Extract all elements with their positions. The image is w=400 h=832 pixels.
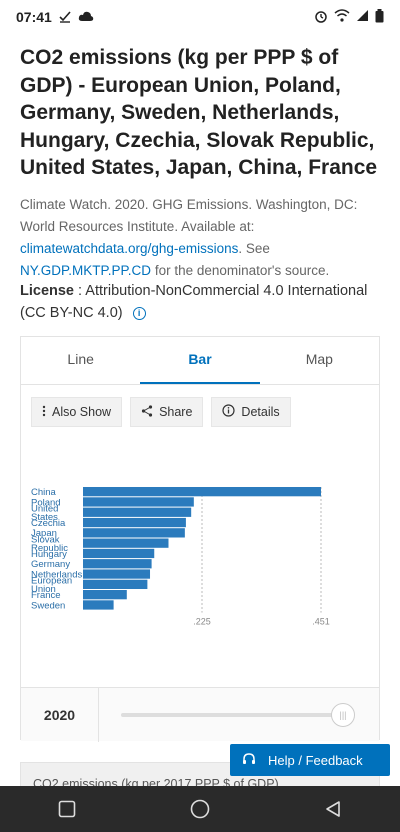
circle-icon [190, 799, 210, 819]
status-bar: 07:41 [0, 0, 400, 34]
status-time: 07:41 [16, 9, 52, 25]
cloud-icon [78, 9, 94, 25]
year-slider-thumb[interactable]: ||| [331, 703, 355, 727]
source-prefix: Climate Watch. 2020. GHG Emissions. Wash… [20, 197, 358, 234]
bar-chart-svg: .225.451ChinaPolandUnited StatesCzechiaJa… [31, 487, 330, 627]
share-label: Share [159, 405, 193, 419]
x-tick-label: .225 [193, 617, 211, 627]
help-feedback-label: Help / Feedback [268, 752, 363, 768]
wifi-icon [334, 9, 350, 25]
bar[interactable] [83, 497, 194, 507]
year-slider-row: 2020 ||| [21, 687, 379, 742]
x-tick-label: .451 [312, 617, 330, 627]
bar[interactable] [83, 590, 127, 600]
details-label: Details [241, 405, 280, 419]
source-suffix: for the denominator's source. [151, 263, 330, 278]
denominator-link[interactable]: NY.GDP.MKTP.PP.CD [20, 263, 151, 278]
download-done-icon [58, 9, 72, 26]
source-mid: . See [238, 241, 270, 256]
share-icon [141, 404, 153, 420]
help-feedback-button[interactable]: Help / Feedback [230, 744, 390, 776]
details-button[interactable]: Details [211, 397, 291, 427]
bar[interactable] [83, 579, 148, 589]
bar[interactable] [83, 487, 321, 497]
headset-icon [242, 752, 256, 769]
tab-line[interactable]: Line [21, 337, 140, 384]
source-text: Climate Watch. 2020. GHG Emissions. Wash… [20, 194, 385, 282]
source-link[interactable]: climatewatchdata.org/ghg-emissions [20, 241, 238, 256]
share-button[interactable]: Share [130, 397, 204, 427]
bar[interactable] [83, 517, 186, 528]
bar[interactable] [83, 507, 192, 517]
more-vert-icon [42, 405, 46, 420]
chart-tabs: Line Bar Map [21, 337, 379, 385]
info-icon[interactable]: i [132, 306, 146, 320]
bar[interactable] [83, 559, 152, 569]
home-button[interactable] [180, 789, 220, 829]
license-label: License [20, 283, 74, 299]
page-content: CO2 emissions (kg per PPP $ of GDP) - Eu… [0, 34, 400, 786]
info-circle-icon [222, 404, 236, 420]
system-nav-bar [0, 786, 400, 832]
signal-icon [356, 9, 369, 25]
recent-apps-button[interactable] [47, 789, 87, 829]
bar[interactable] [83, 528, 185, 538]
bar[interactable] [83, 600, 114, 610]
year-label: 2020 [21, 687, 99, 742]
alarm-icon [314, 9, 328, 26]
back-triangle-icon [326, 801, 341, 817]
also-show-label: Also Show [52, 405, 112, 419]
bar[interactable] [83, 538, 169, 548]
chart-toolbar: Also Show Share Details [31, 397, 291, 427]
battery-icon [375, 8, 384, 26]
also-show-button[interactable]: Also Show [31, 397, 123, 427]
page-title: CO2 emissions (kg per PPP $ of GDP) - Eu… [20, 46, 378, 179]
tab-map[interactable]: Map [260, 337, 379, 384]
bar-chart: .225.451 China Poland United States Czechia Ja… [21, 477, 379, 647]
related-chart-title: CO2 emissions (kg per 2017 PPP $ of GDP) [33, 777, 279, 786]
year-slider-track[interactable] [121, 713, 341, 717]
category-label: Sweden [31, 600, 65, 611]
chart-card: Line Bar Map Also Show Share Details .22… [20, 336, 380, 742]
bar[interactable] [83, 548, 155, 559]
tab-bar[interactable]: Bar [140, 337, 260, 384]
license: License : Attribution-NonCommercial 4.0 … [20, 280, 385, 324]
bar[interactable] [83, 569, 151, 579]
back-button[interactable] [313, 789, 353, 829]
square-icon [58, 800, 75, 818]
